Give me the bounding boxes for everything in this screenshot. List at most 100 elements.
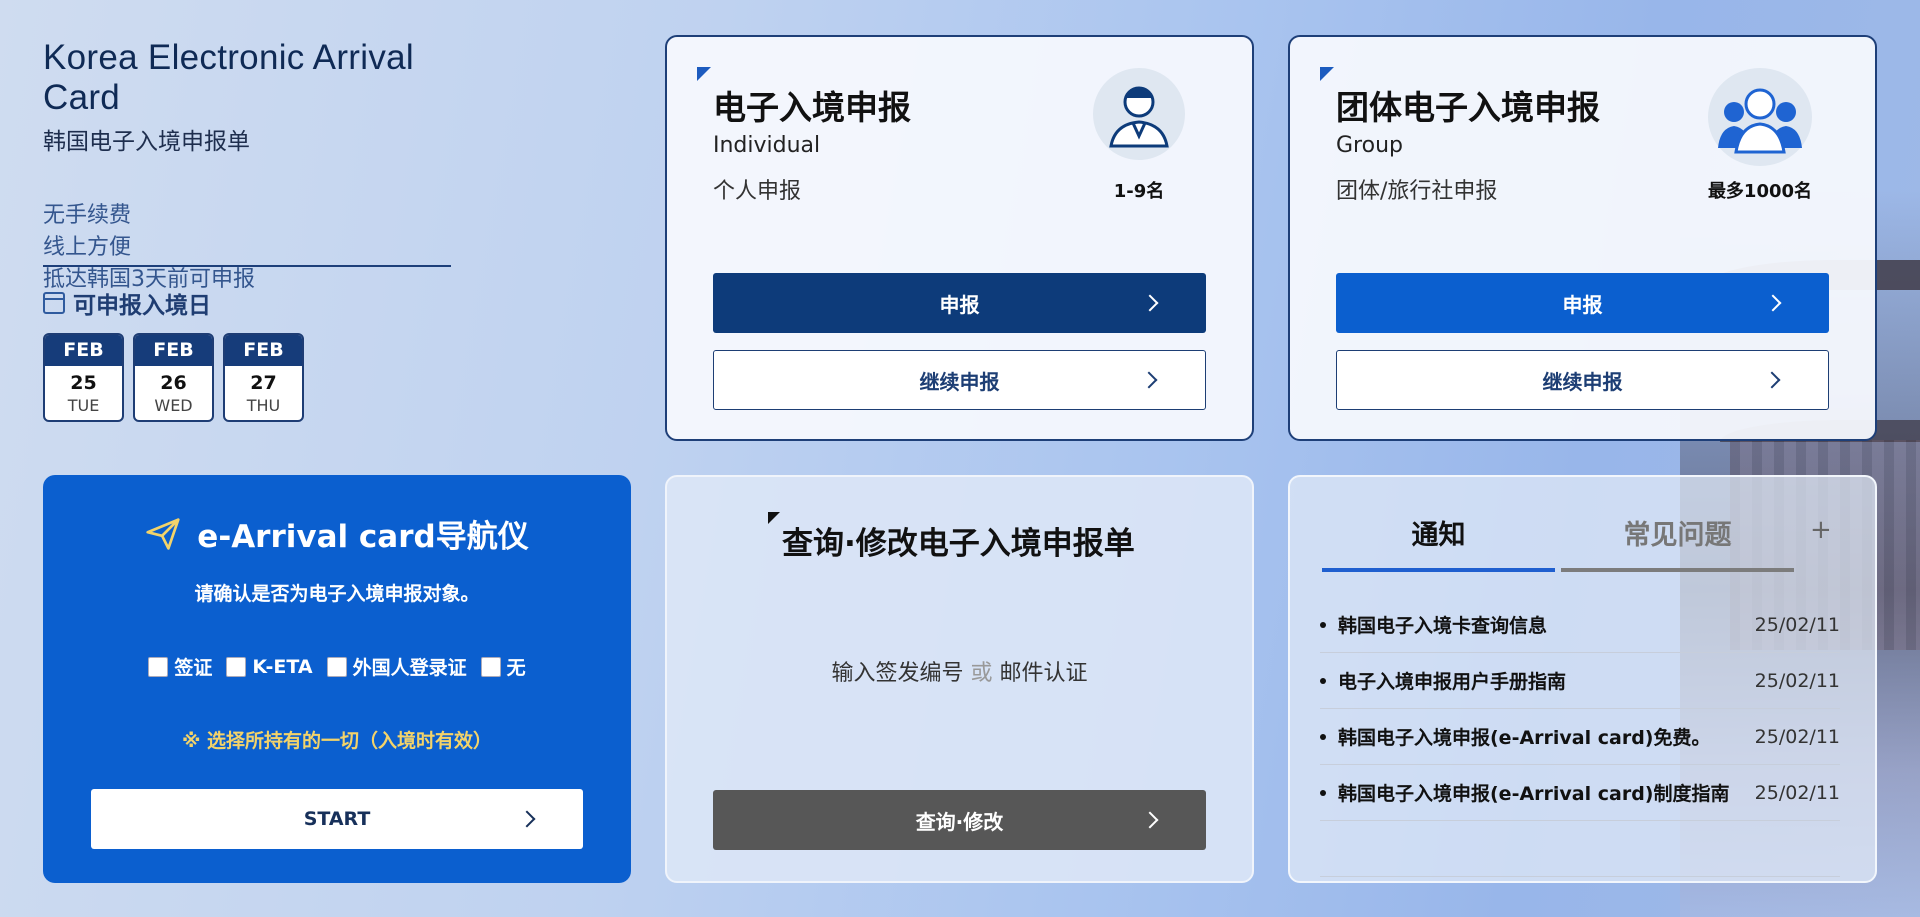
notice-title: 韩国电子入境申报(e-Arrival card)免费。 [1320,723,1711,750]
notice-title: 电子入境申报用户手册指南 [1320,667,1566,694]
group-en-label: Group [1336,133,1403,158]
individual-apply-button[interactable]: 申报 [713,273,1206,333]
notice-panel: 通知 常见问题 + 韩国电子入境卡查询信息 25/02/11 电子入境申报用户手册… [1288,475,1877,883]
option-visa[interactable]: 签证 [148,653,212,680]
hint-email: 邮件认证 [999,661,1088,686]
button-label: 申报 [1562,292,1603,317]
notice-date: 25/02/11 [1754,725,1840,748]
date-month: FEB [45,335,122,366]
tab-faq[interactable]: 常见问题 [1561,513,1794,572]
group-people-icon [1708,68,1812,166]
date-weekday: WED [154,396,193,415]
individual-card: 电子入境申报 Individual 个人申报 1-9名 申报 继续申报 [665,35,1254,441]
chevron-right-icon [1141,811,1159,829]
notice-tabs: 通知 常见问题 + [1322,513,1832,572]
query-title: 查询·修改电子入境申报单 [782,526,1135,562]
date-day: 26 [160,372,187,394]
date-chip: FEB 27 THU [223,333,304,422]
feature-item: 无手续费 [43,203,132,228]
document-options: 签证 K-ETA 外国人登录证 无 [43,653,631,680]
option-label: 无 [506,657,526,679]
option-label: 签证 [174,657,213,679]
navigator-question: 请确认是否为电子入境申报对象。 [194,583,480,605]
notice-date: 25/02/11 [1754,669,1840,692]
notice-list: 韩国电子入境卡查询信息 25/02/11 电子入境申报用户手册指南 25/02/11… [1320,597,1840,877]
group-apply-button[interactable]: 申报 [1336,273,1829,333]
group-continue-button[interactable]: 继续申报 [1336,350,1829,410]
intro-section: Korea Electronic Arrival Card 韩国电子入境申报单 … [43,38,463,296]
individual-en-label: Individual [713,133,821,158]
page-subtitle: 韩国电子入境申报单 [43,129,250,155]
page-title: Korea Electronic Arrival Card [43,38,414,117]
date-day: 27 [250,372,277,394]
checkbox[interactable] [326,656,347,677]
date-chip: FEB 26 WED [133,333,214,422]
paper-plane-icon [146,517,180,550]
checkbox[interactable] [480,656,501,677]
calendar-icon [43,292,65,314]
list-item[interactable]: 韩国电子入境申报(e-Arrival card)制度指南 25/02/11 [1320,765,1840,821]
start-button[interactable]: START [91,789,583,849]
individual-title: 电子入境申报 [713,88,911,127]
person-icon [1093,68,1185,160]
feature-item: 线上方便 [43,235,132,260]
button-label: 继续申报 [1542,369,1623,394]
checkbox[interactable] [226,656,247,677]
option-keta[interactable]: K-ETA [226,653,313,680]
plus-icon[interactable]: + [1810,515,1832,545]
available-dates-label: 可申报入境日 [73,293,211,319]
individual-zh-label: 个人申报 [713,179,802,204]
navigator-title: e-Arrival card导航仪 [197,519,529,555]
available-dates-heading: 可申报入境日 [43,286,211,320]
button-label: 查询·修改 [915,809,1004,834]
group-title: 团体电子入境申报 [1336,88,1600,127]
group-zh-label: 团体/旅行社申报 [1336,179,1498,204]
notice-title: 韩国电子入境申报(e-Arrival card)制度指南 [1320,779,1730,806]
chevron-right-icon [1141,294,1159,312]
option-label: 外国人登录证 [352,657,467,679]
individual-count: 1-9名 [1113,181,1165,202]
checkbox[interactable] [148,656,169,677]
notice-title: 韩国电子入境卡查询信息 [1320,611,1547,638]
option-none[interactable]: 无 [480,653,526,680]
group-card: 团体电子入境申报 Group 团体/旅行社申报 最多1000名 申报 继续申报 [1288,35,1877,441]
chevron-right-icon [1763,371,1781,389]
arrival-navigator: e-Arrival card导航仪 请确认是否为电子入境申报对象。 签证 K-E… [43,475,631,883]
intro-divider [43,265,451,267]
corner-marker-icon [697,67,711,81]
list-item-empty [1320,821,1840,877]
date-month: FEB [135,335,212,366]
feature-list: 无手续费 线上方便 抵达韩国3天前可申报 [43,200,463,296]
available-dates: FEB 25 TUE FEB 26 WED FEB 27 THU [43,333,304,422]
query-modify-button[interactable]: 查询·修改 [713,790,1206,850]
button-label: START [303,808,371,830]
query-hint: 输入签发编号 或 邮件认证 [667,655,1252,687]
notice-date: 25/02/11 [1754,781,1840,804]
date-day: 25 [70,372,97,394]
date-weekday: THU [246,396,281,415]
chevron-right-icon [1764,294,1782,312]
chevron-right-icon [518,810,536,828]
option-label: K-ETA [252,655,313,678]
individual-continue-button[interactable]: 继续申报 [713,350,1206,410]
list-item[interactable]: 韩国电子入境申报(e-Arrival card)免费。 25/02/11 [1320,709,1840,765]
list-item[interactable]: 电子入境申报用户手册指南 25/02/11 [1320,653,1840,709]
date-chip: FEB 25 TUE [43,333,124,422]
navigator-title-row: e-Arrival card导航仪 [43,511,631,556]
list-item[interactable]: 韩国电子入境卡查询信息 25/02/11 [1320,597,1840,653]
tab-notice[interactable]: 通知 [1322,513,1555,572]
option-alien-registration[interactable]: 外国人登录证 [326,653,467,680]
button-label: 申报 [939,292,980,317]
notice-date: 25/02/11 [1754,613,1840,636]
corner-marker-icon [1320,67,1334,81]
date-weekday: TUE [67,396,100,415]
navigator-note: ※ 选择所持有的一切（入境时有效） [181,730,493,752]
corner-marker-icon [768,512,780,524]
date-month: FEB [225,335,302,366]
chevron-right-icon [1140,371,1158,389]
query-modify-card: 查询·修改电子入境申报单 输入签发编号 或 邮件认证 查询·修改 [665,475,1254,883]
group-count: 最多1000名 [1707,181,1813,202]
hint-or: 或 [970,661,993,686]
button-label: 继续申报 [919,369,1000,394]
hint-issue-number: 输入签发编号 [831,661,964,686]
